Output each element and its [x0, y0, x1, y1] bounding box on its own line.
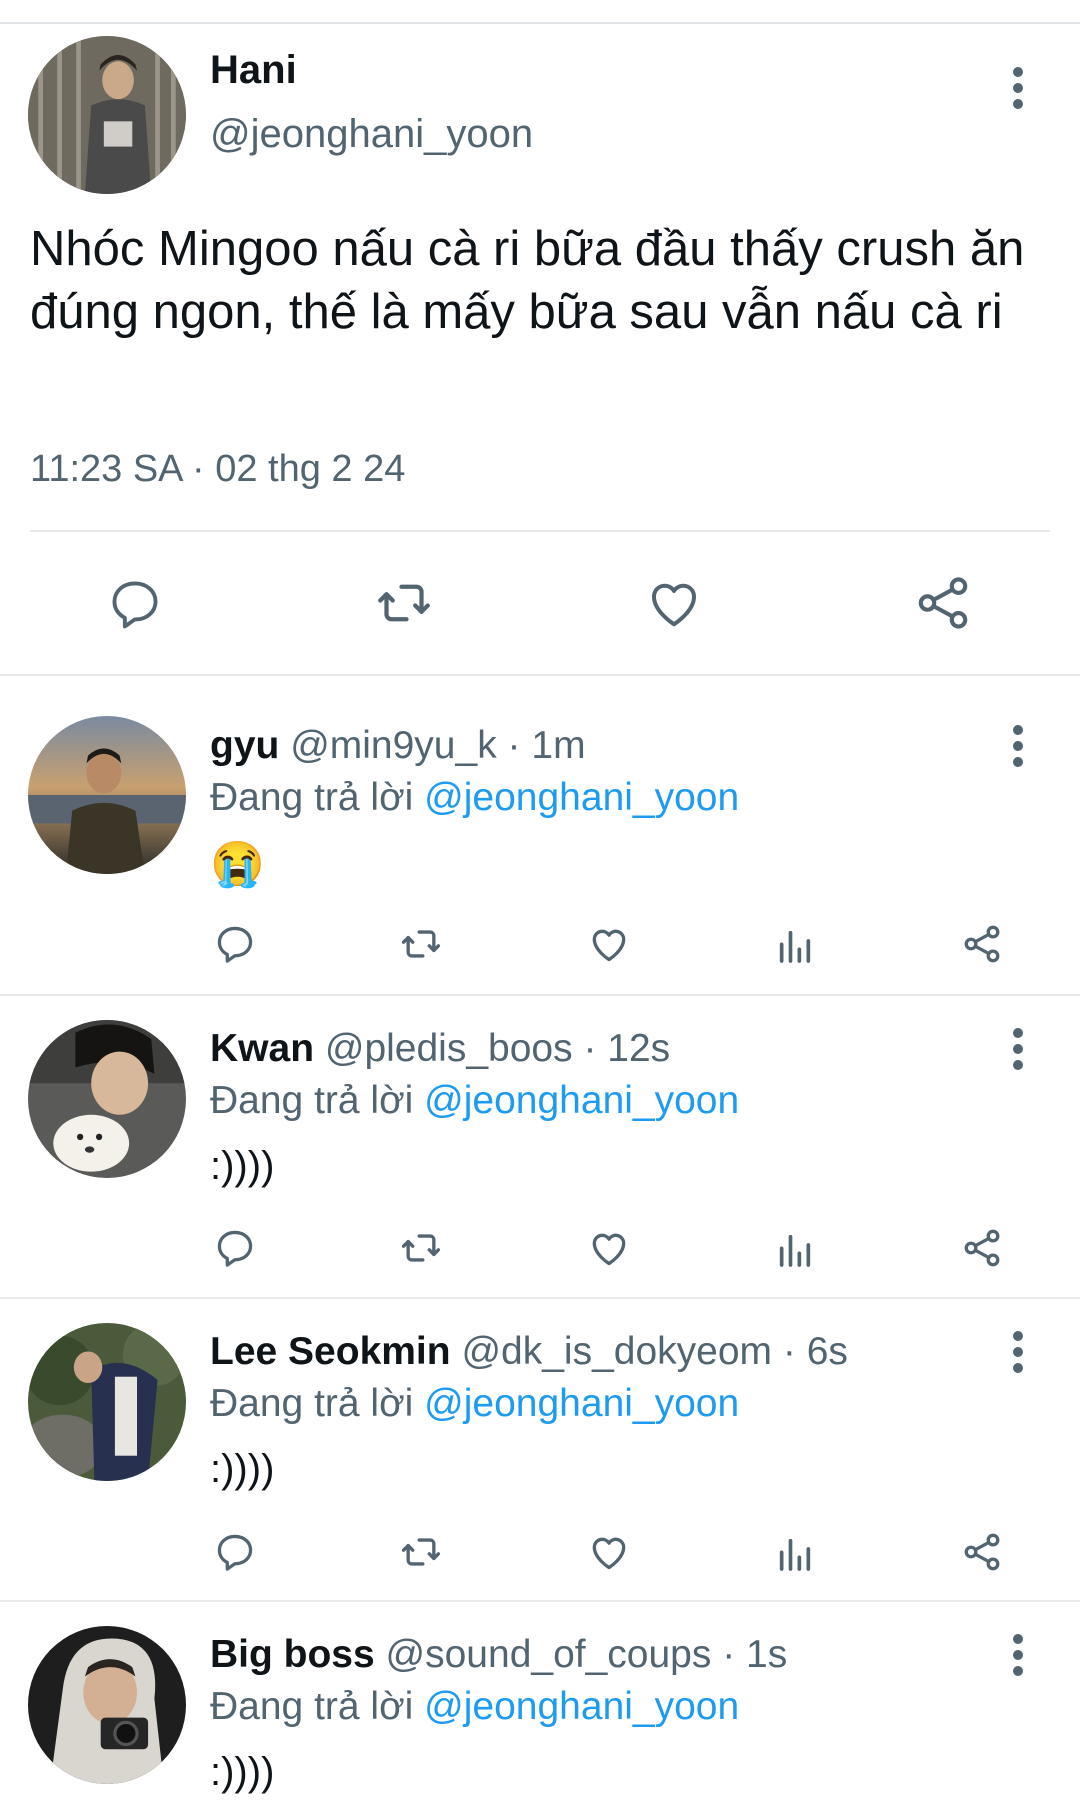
replying-to: Đang trả lời @jeonghani_yoon — [210, 1079, 739, 1123]
reply-author-name[interactable]: gyu — [210, 724, 279, 767]
like-icon[interactable] — [586, 1226, 632, 1270]
reply-author-handle[interactable]: @sound_of_coups — [386, 1633, 712, 1676]
more-icon[interactable] — [998, 58, 1038, 118]
reply-time: 6s — [806, 1330, 848, 1373]
share-icon[interactable] — [960, 1530, 1004, 1574]
tweet-time-sep: · — [192, 448, 205, 490]
reply-author-name[interactable]: Lee Seokmin — [210, 1330, 451, 1373]
reply-time: 1s — [746, 1633, 788, 1676]
reply-header: Kwan @pledis_boos · 12s — [210, 1027, 670, 1071]
reply-icon[interactable] — [213, 922, 257, 966]
reply-icon[interactable] — [213, 1226, 257, 1270]
avatar-photo — [28, 36, 186, 194]
author-name[interactable]: Hani — [210, 48, 297, 93]
avatar-photo — [28, 1323, 186, 1481]
avatar[interactable] — [28, 716, 186, 874]
reply-text: :)))) — [210, 1447, 275, 1491]
replying-to: Đang trả lời @jeonghani_yoon — [210, 776, 739, 820]
replying-to-link[interactable]: @jeonghani_yoon — [424, 776, 739, 819]
reply-author-handle[interactable]: @pledis_boos — [325, 1027, 573, 1070]
top-divider — [0, 0, 1080, 24]
replying-to: Đang trả lời @jeonghani_yoon — [210, 1685, 739, 1729]
replying-to-prefix: Đang trả lời — [210, 1382, 414, 1425]
avatar[interactable] — [28, 1323, 186, 1481]
tweet-text: Nhóc Mingoo nấu cà ri bữa đầu thấy crush… — [30, 222, 1025, 339]
reply-icon[interactable] — [213, 1530, 257, 1574]
share-icon[interactable] — [912, 572, 974, 634]
reply-header: Lee Seokmin @dk_is_dokyeom · 6s — [210, 1330, 848, 1374]
divider — [0, 994, 1080, 996]
tweet-timestamp: 11:23 SA · 02 thg 2 24 — [30, 448, 405, 491]
views-icon[interactable] — [775, 1230, 815, 1270]
dot-separator: · — [507, 724, 521, 767]
retweet-icon[interactable] — [396, 1226, 446, 1270]
avatar[interactable] — [28, 1626, 186, 1784]
share-icon[interactable] — [960, 922, 1004, 966]
replying-to-prefix: Đang trả lời — [210, 1079, 414, 1122]
divider — [0, 674, 1080, 676]
avatar-photo — [28, 1020, 186, 1178]
reply-time: 1m — [531, 724, 586, 767]
reply-header: Big boss @sound_of_coups · 1s — [210, 1633, 787, 1677]
more-icon[interactable] — [998, 1625, 1038, 1685]
retweet-icon[interactable] — [396, 922, 446, 966]
replying-to-prefix: Đang trả lời — [210, 776, 414, 819]
reply-author-name[interactable]: Big boss — [210, 1633, 375, 1676]
reply-author-name[interactable]: Kwan — [210, 1027, 314, 1070]
reply-text: :)))) — [210, 1144, 275, 1188]
like-icon[interactable] — [586, 922, 632, 966]
reply-text: 😭 — [210, 840, 265, 889]
like-icon[interactable] — [586, 1530, 632, 1574]
dot-separator: · — [722, 1633, 736, 1676]
reply-author-handle[interactable]: @min9yu_k — [290, 724, 497, 767]
dot-separator: · — [583, 1027, 597, 1070]
avatar[interactable] — [28, 36, 186, 194]
more-icon[interactable] — [998, 1322, 1038, 1382]
replying-to-link[interactable]: @jeonghani_yoon — [424, 1685, 739, 1728]
more-icon[interactable] — [998, 716, 1038, 776]
tweet-date: 02 thg 2 24 — [215, 448, 406, 490]
retweet-icon[interactable] — [396, 1530, 446, 1574]
reply-header: gyu @min9yu_k · 1m — [210, 724, 586, 768]
reply-time: 12s — [607, 1027, 671, 1070]
views-icon[interactable] — [775, 926, 815, 966]
replying-to-prefix: Đang trả lời — [210, 1685, 414, 1728]
reply-text: :)))) — [210, 1750, 275, 1794]
divider — [0, 1600, 1080, 1602]
like-icon[interactable] — [642, 573, 706, 633]
divider — [30, 530, 1050, 532]
views-icon[interactable] — [775, 1534, 815, 1574]
author-handle[interactable]: @jeonghani_yoon — [210, 112, 533, 157]
replying-to: Đang trả lời @jeonghani_yoon — [210, 1382, 739, 1426]
retweet-icon[interactable] — [370, 573, 438, 633]
reply-icon[interactable] — [104, 575, 166, 633]
replying-to-link[interactable]: @jeonghani_yoon — [424, 1079, 739, 1122]
replying-to-link[interactable]: @jeonghani_yoon — [424, 1382, 739, 1425]
avatar-photo — [28, 1626, 186, 1784]
more-icon[interactable] — [998, 1019, 1038, 1079]
divider — [0, 1297, 1080, 1299]
tweet-time: 11:23 SA — [30, 448, 182, 490]
avatar[interactable] — [28, 1020, 186, 1178]
share-icon[interactable] — [960, 1226, 1004, 1270]
avatar-photo — [28, 716, 186, 874]
dot-separator: · — [782, 1330, 796, 1373]
reply-author-handle[interactable]: @dk_is_dokyeom — [461, 1330, 772, 1373]
